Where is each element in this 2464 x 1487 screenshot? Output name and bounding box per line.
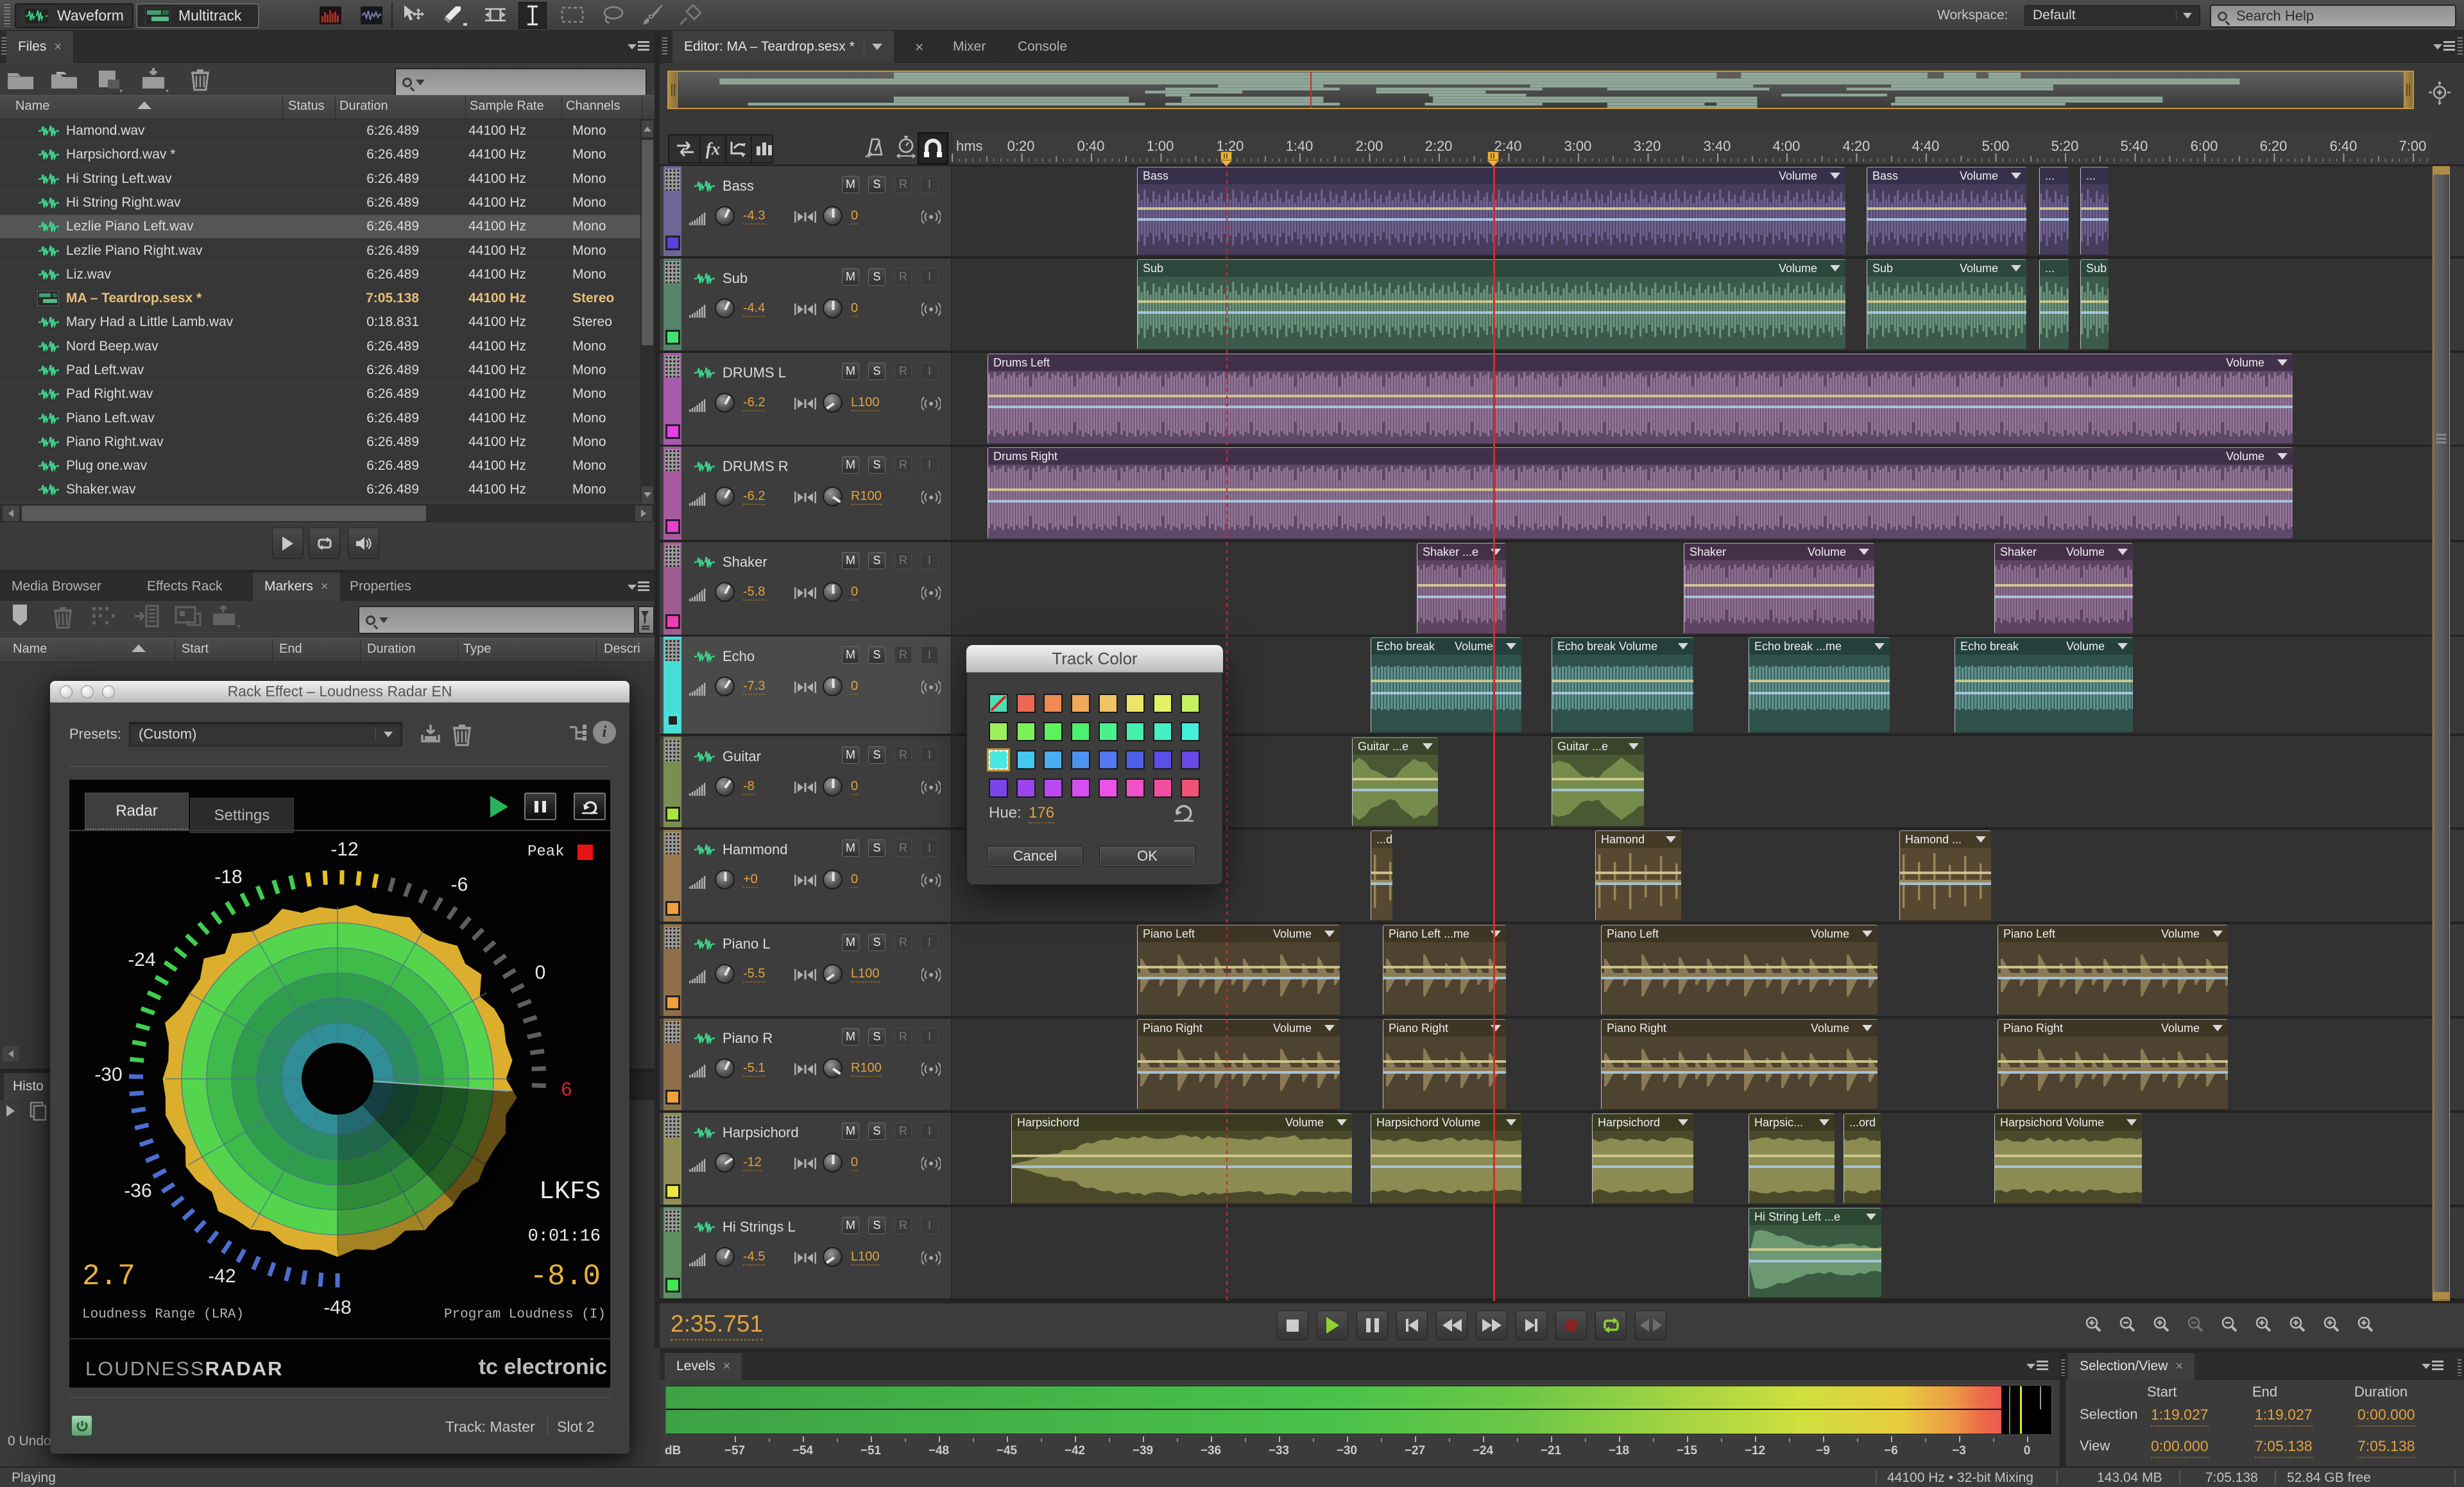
svg-text:-48: -48 xyxy=(323,1297,351,1318)
svg-text:0: 0 xyxy=(535,962,546,983)
svg-text:6: 6 xyxy=(561,1079,572,1100)
svg-text:-18: -18 xyxy=(214,866,242,888)
svg-text:-24: -24 xyxy=(128,949,155,970)
svg-text:-36: -36 xyxy=(124,1180,151,1201)
svg-text:-42: -42 xyxy=(208,1266,235,1287)
svg-text:-30: -30 xyxy=(94,1064,122,1085)
svg-text:-6: -6 xyxy=(451,874,468,895)
svg-text:-12: -12 xyxy=(330,839,358,860)
